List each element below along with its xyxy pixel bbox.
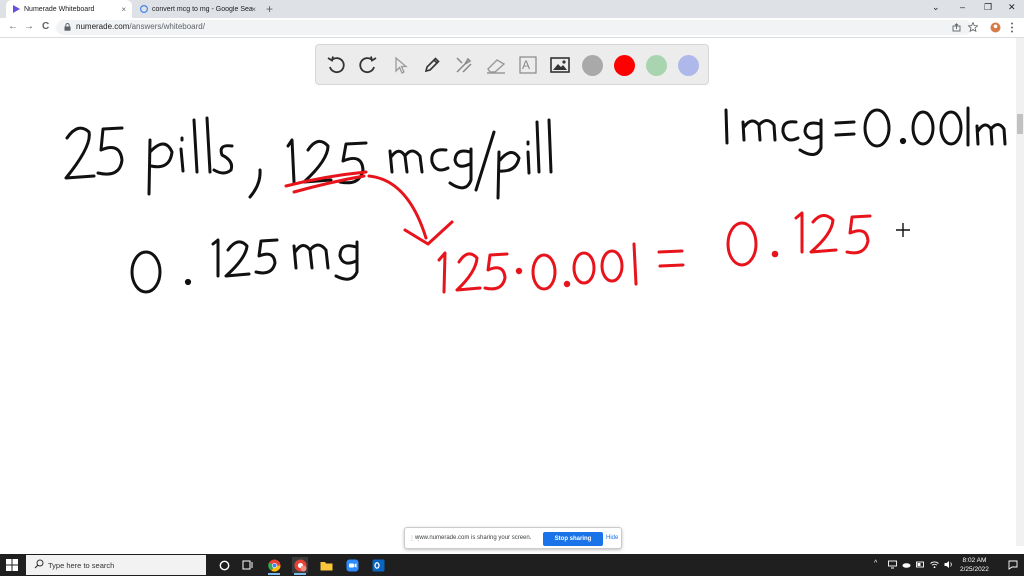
cursor-crosshair bbox=[896, 223, 910, 237]
line2-black-handwriting bbox=[130, 238, 359, 294]
cortana-icon[interactable] bbox=[216, 557, 232, 573]
network-icon[interactable] bbox=[888, 560, 897, 569]
clock-date: 2/25/2022 bbox=[960, 566, 989, 573]
outlook-icon[interactable] bbox=[370, 557, 386, 573]
windows-start-icon[interactable] bbox=[6, 559, 18, 571]
whiteboard-ink bbox=[64, 106, 1007, 294]
search-icon bbox=[34, 559, 44, 569]
tray-chevron-icon[interactable]: ^ bbox=[874, 560, 877, 567]
volume-icon[interactable] bbox=[944, 560, 953, 569]
notifications-icon[interactable] bbox=[1008, 560, 1018, 570]
top-right-handwriting bbox=[724, 106, 1007, 156]
file-explorer-icon[interactable] bbox=[318, 557, 334, 573]
wifi-icon[interactable] bbox=[930, 560, 939, 569]
taskbar-search-box[interactable]: Type here to search bbox=[26, 555, 206, 575]
stop-sharing-button[interactable]: Stop sharing bbox=[543, 532, 603, 546]
screen-share-bar: ⋮⋮ www.numerade.com is sharing your scre… bbox=[404, 527, 622, 549]
share-message: www.numerade.com is sharing your screen. bbox=[415, 535, 532, 541]
windows-taskbar: Type here to search ^ 8:02 AM 2/25/2022 bbox=[0, 554, 1024, 576]
red-annotation bbox=[284, 170, 872, 294]
battery-icon[interactable] bbox=[916, 560, 925, 569]
chrome-profile-icon[interactable] bbox=[292, 557, 308, 575]
line1-handwriting bbox=[64, 116, 553, 200]
hide-button[interactable]: Hide bbox=[606, 535, 618, 541]
system-clock[interactable]: 8:02 AM 2/25/2022 bbox=[960, 556, 989, 574]
zoom-icon[interactable] bbox=[344, 557, 360, 573]
chrome-icon[interactable] bbox=[266, 557, 282, 575]
search-placeholder: Type here to search bbox=[48, 561, 115, 570]
task-view-icon[interactable] bbox=[240, 557, 256, 573]
clock-time: 8:02 AM bbox=[962, 557, 987, 564]
cloud-icon[interactable] bbox=[902, 560, 911, 569]
